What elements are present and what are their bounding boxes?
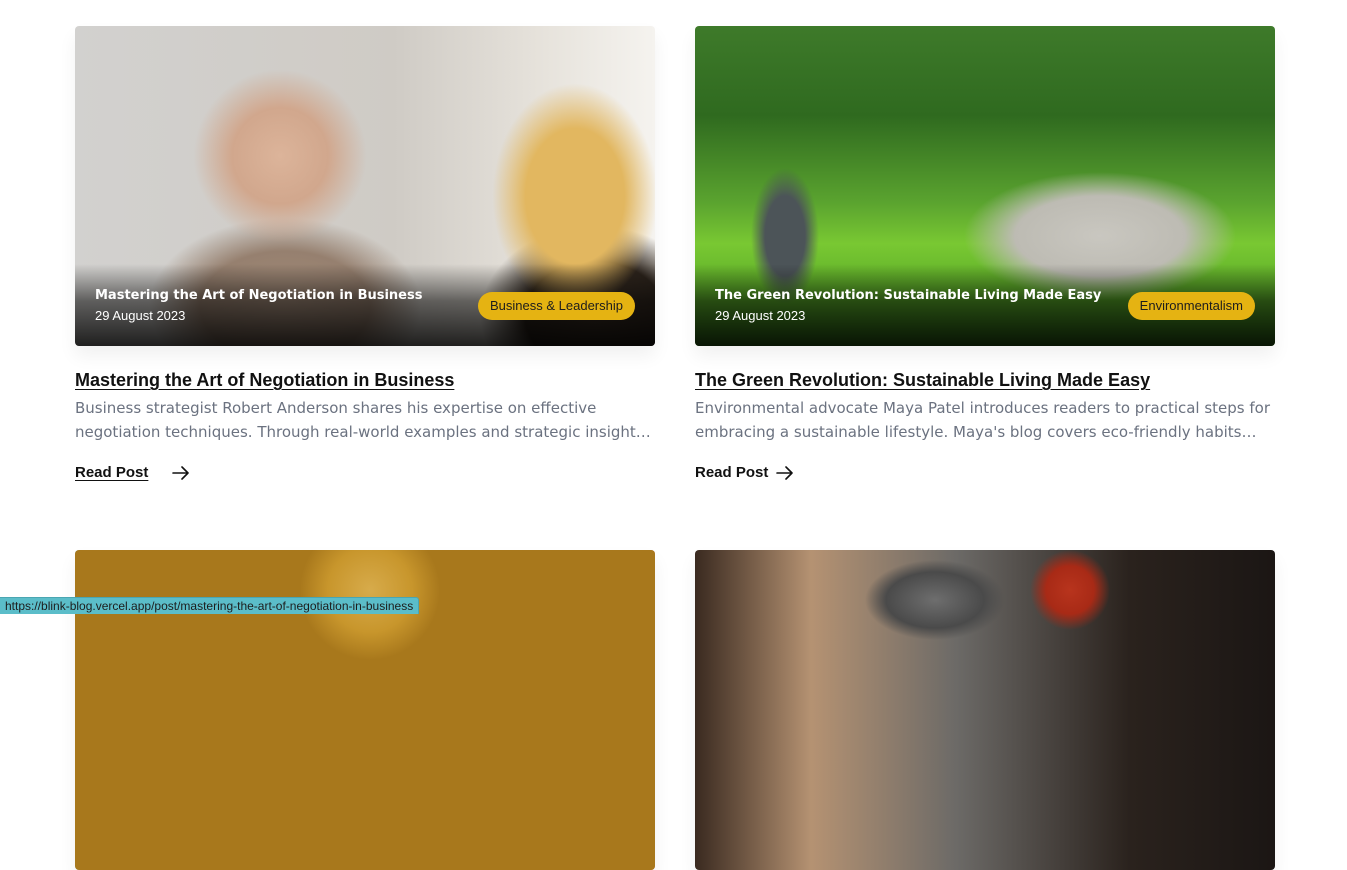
post-date: 29 August 2023 [715, 308, 806, 323]
post-title-link[interactable]: The Green Revolution: Sustainable Living… [695, 370, 1150, 391]
post-date: 29 August 2023 [95, 308, 186, 323]
post-thumbnail[interactable]: The Green Revolution: Sustainable Living… [695, 26, 1275, 346]
category-badge[interactable]: Environmentalism [1127, 292, 1255, 320]
post-excerpt: Business strategist Robert Anderson shar… [75, 399, 649, 441]
post-card[interactable] [695, 550, 1275, 870]
read-post-link[interactable]: Read Post [695, 464, 794, 481]
category-badge[interactable]: Business & Leadership [478, 292, 635, 320]
post-thumbnail[interactable]: Mastering the Art of Negotiation in Busi… [75, 26, 655, 346]
overlay-title: Mastering the Art of Negotiation in Busi… [95, 288, 423, 303]
read-post-label: Read Post [695, 464, 769, 481]
read-post-label: Read Post [75, 464, 149, 481]
post-excerpt: Environmental advocate Maya Patel introd… [695, 399, 1271, 441]
overlay-title: The Green Revolution: Sustainable Living… [715, 288, 1102, 303]
status-bar-url: https://blink-blog.vercel.app/post/maste… [0, 597, 420, 614]
post-thumbnail[interactable] [695, 550, 1275, 870]
post-card[interactable]: Mastering the Art of Negotiation in Busi… [75, 26, 655, 481]
arrow-right-icon [172, 465, 190, 480]
post-card[interactable]: The Green Revolution: Sustainable Living… [695, 26, 1275, 481]
read-post-link[interactable]: Read Post [75, 464, 190, 481]
arrow-right-icon [776, 465, 794, 480]
spices-image [695, 550, 1275, 870]
post-title-link[interactable]: Mastering the Art of Negotiation in Busi… [75, 370, 454, 391]
